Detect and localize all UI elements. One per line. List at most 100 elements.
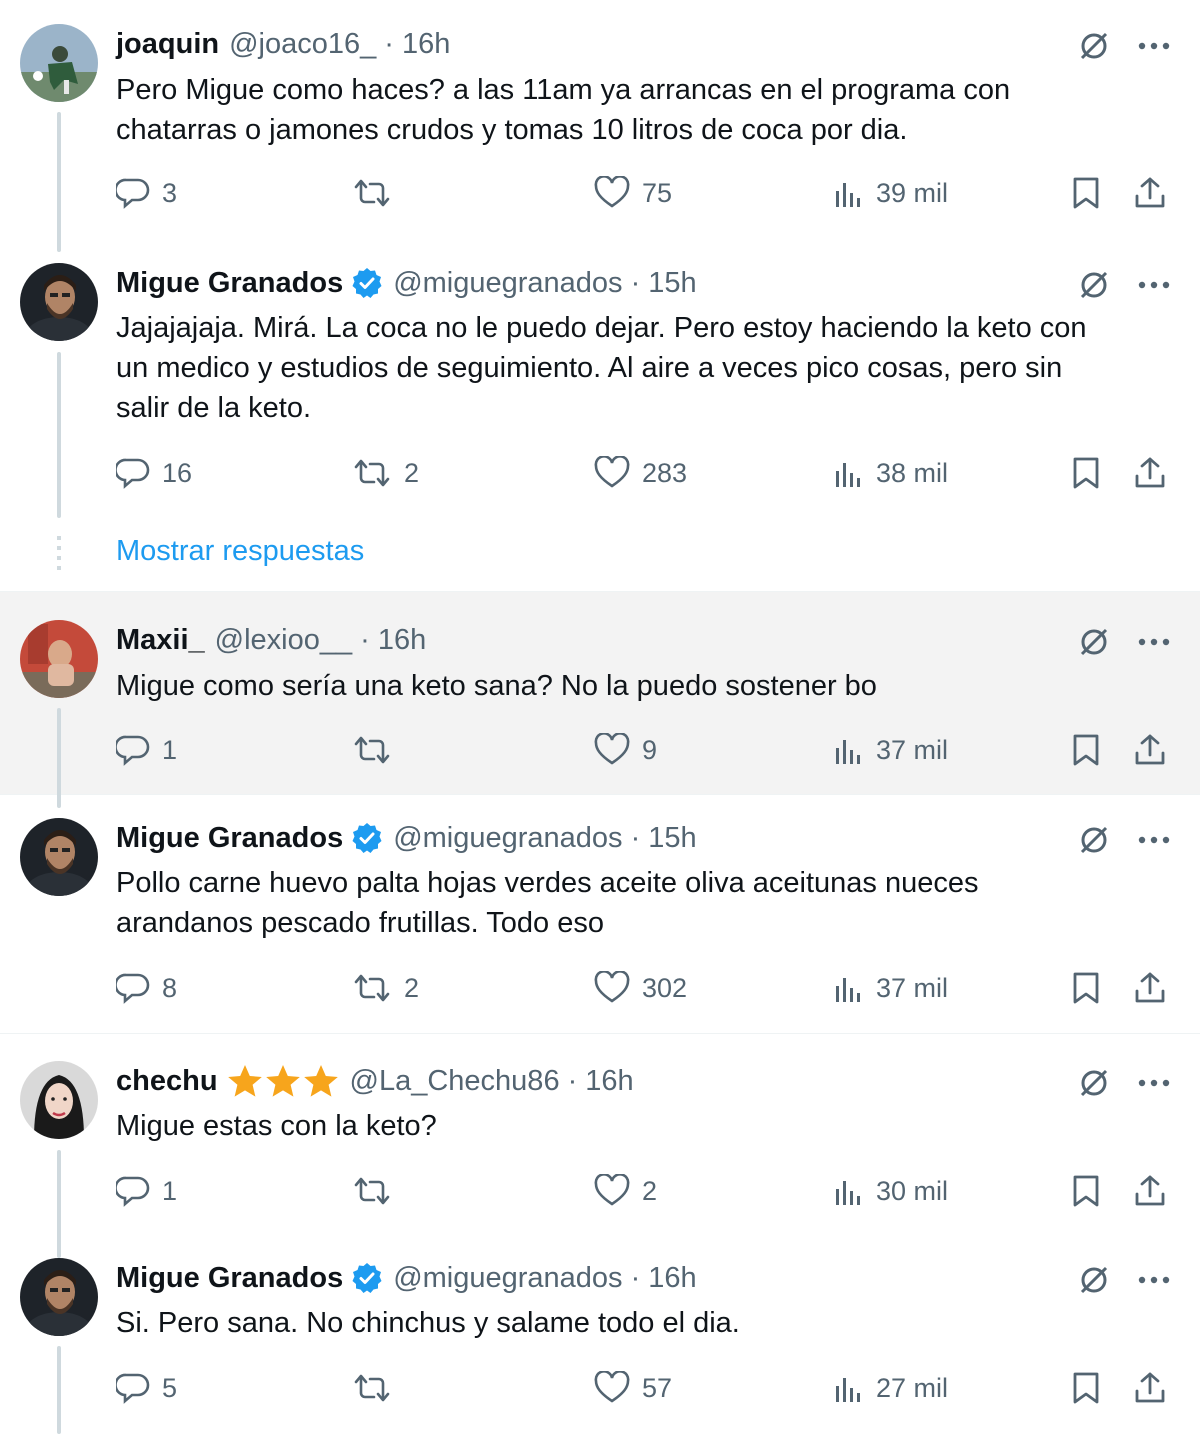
share-button[interactable] — [1134, 971, 1166, 1005]
share-button[interactable] — [1134, 456, 1166, 490]
retweet-icon — [352, 1371, 392, 1405]
bookmark-icon — [1072, 1371, 1100, 1405]
like-button[interactable]: 302 — [594, 971, 687, 1005]
timestamp[interactable]: 15h — [648, 822, 696, 855]
bookmark-button[interactable] — [1072, 1174, 1100, 1208]
tweet-header: Migue Granados @miguegranados · 16h — [116, 1258, 697, 1298]
user-handle[interactable]: @La_Chechu86 — [350, 1065, 560, 1098]
views-button[interactable]: 38 mil — [834, 458, 948, 489]
retweet-button[interactable] — [352, 733, 404, 767]
display-name[interactable]: chechu — [116, 1065, 218, 1098]
display-name[interactable]: joaquin — [116, 28, 219, 61]
reply-count: 3 — [162, 177, 178, 208]
display-name[interactable]: Migue Granados — [116, 1262, 343, 1295]
reply-count: 16 — [162, 457, 193, 488]
share-icon — [1134, 456, 1166, 490]
display-name[interactable]: Migue Granados — [116, 822, 343, 855]
avatar[interactable] — [20, 620, 98, 698]
reply-button[interactable]: 1 — [116, 1174, 177, 1208]
reply-button[interactable]: 16 — [116, 456, 192, 490]
avatar[interactable] — [20, 1258, 98, 1336]
more-options-icon[interactable] — [1138, 41, 1170, 51]
retweet-button[interactable] — [352, 1174, 404, 1208]
more-options-icon[interactable] — [1138, 835, 1170, 845]
tweet-actions: 1 9 37 mil — [0, 729, 1200, 773]
separator-dot: · — [630, 1261, 641, 1294]
user-handle[interactable]: @miguegranados — [393, 267, 622, 300]
views-button[interactable]: 27 mil — [834, 1373, 948, 1404]
user-handle[interactable]: @miguegranados — [393, 1262, 622, 1295]
share-button[interactable] — [1134, 733, 1166, 767]
reply-button[interactable]: 1 — [116, 733, 177, 767]
like-button[interactable]: 2 — [594, 1174, 657, 1208]
tweet-text: Migue como sería una keto sana? No la pu… — [116, 670, 877, 702]
like-button[interactable]: 9 — [594, 733, 657, 767]
views-button[interactable]: 39 mil — [834, 178, 948, 209]
more-options-icon[interactable] — [1138, 637, 1170, 647]
bookmark-button[interactable] — [1072, 1371, 1100, 1405]
timestamp[interactable]: 16h — [378, 624, 426, 657]
more-options-icon[interactable] — [1138, 1275, 1170, 1285]
bookmark-button[interactable] — [1072, 733, 1100, 767]
views-count: 37 mil — [876, 735, 949, 765]
views-count: 30 mil — [876, 1176, 949, 1206]
like-button[interactable]: 57 — [594, 1371, 672, 1405]
user-handle[interactable]: @joaco16_ — [229, 28, 376, 61]
reply-button[interactable]: 5 — [116, 1371, 177, 1405]
reply-icon — [116, 1174, 150, 1208]
share-icon — [1134, 733, 1166, 767]
rating-stars-icon — [226, 1063, 340, 1099]
share-button[interactable] — [1134, 176, 1166, 210]
grok-icon[interactable] — [1076, 28, 1112, 64]
share-button[interactable] — [1134, 1371, 1166, 1405]
avatar[interactable] — [20, 263, 98, 341]
bookmark-icon — [1072, 1174, 1100, 1208]
retweet-button[interactable] — [352, 1371, 404, 1405]
share-button[interactable] — [1134, 1174, 1166, 1208]
like-count: 283 — [642, 457, 688, 488]
like-button[interactable]: 75 — [594, 176, 672, 210]
show-replies-link[interactable]: Mostrar respuestas — [116, 535, 364, 568]
bookmark-button[interactable] — [1072, 971, 1100, 1005]
grok-icon[interactable] — [1076, 624, 1112, 660]
like-button[interactable]: 283 — [594, 456, 687, 490]
reply-button[interactable]: 3 — [116, 176, 177, 210]
display-name[interactable]: Migue Granados — [116, 267, 343, 300]
user-handle[interactable]: @lexioo__ — [215, 624, 352, 657]
user-handle[interactable]: @miguegranados — [393, 822, 622, 855]
grok-icon[interactable] — [1076, 267, 1112, 303]
reply-icon — [116, 733, 150, 767]
reply-count: 1 — [162, 1175, 178, 1206]
views-icon — [834, 974, 864, 1004]
timestamp[interactable]: 16h — [648, 1262, 696, 1295]
like-icon — [594, 1174, 630, 1208]
tweet-text: Migue estas con la keto? — [116, 1110, 437, 1142]
timestamp[interactable]: 16h — [585, 1065, 633, 1098]
bookmark-button[interactable] — [1072, 176, 1100, 210]
more-options-icon[interactable] — [1138, 1078, 1170, 1088]
bookmark-button[interactable] — [1072, 456, 1100, 490]
more-options-icon[interactable] — [1138, 280, 1170, 290]
like-icon — [594, 733, 630, 767]
timestamp[interactable]: 16h — [402, 28, 450, 61]
retweet-button[interactable] — [352, 176, 404, 210]
views-button[interactable]: 30 mil — [834, 1176, 948, 1207]
tweet-text: Si. Pero sana. No chinchus y salame todo… — [116, 1307, 740, 1339]
display-name[interactable]: Maxii_ — [116, 624, 205, 657]
views-count: 27 mil — [876, 1373, 949, 1403]
avatar[interactable] — [20, 1061, 98, 1139]
retweet-button[interactable]: 2 — [352, 971, 419, 1005]
avatar[interactable] — [20, 24, 98, 102]
timestamp[interactable]: 15h — [648, 267, 696, 300]
views-button[interactable]: 37 mil — [834, 735, 948, 766]
grok-icon[interactable] — [1076, 1065, 1112, 1101]
reply-button[interactable]: 8 — [116, 971, 177, 1005]
views-count: 39 mil — [876, 178, 949, 208]
retweet-button[interactable]: 2 — [352, 456, 419, 490]
grok-icon[interactable] — [1076, 1262, 1112, 1298]
separator-dot: · — [384, 27, 394, 60]
avatar[interactable] — [20, 818, 98, 896]
grok-icon[interactable] — [1076, 822, 1112, 858]
like-icon — [594, 456, 630, 490]
views-button[interactable]: 37 mil — [834, 973, 948, 1004]
